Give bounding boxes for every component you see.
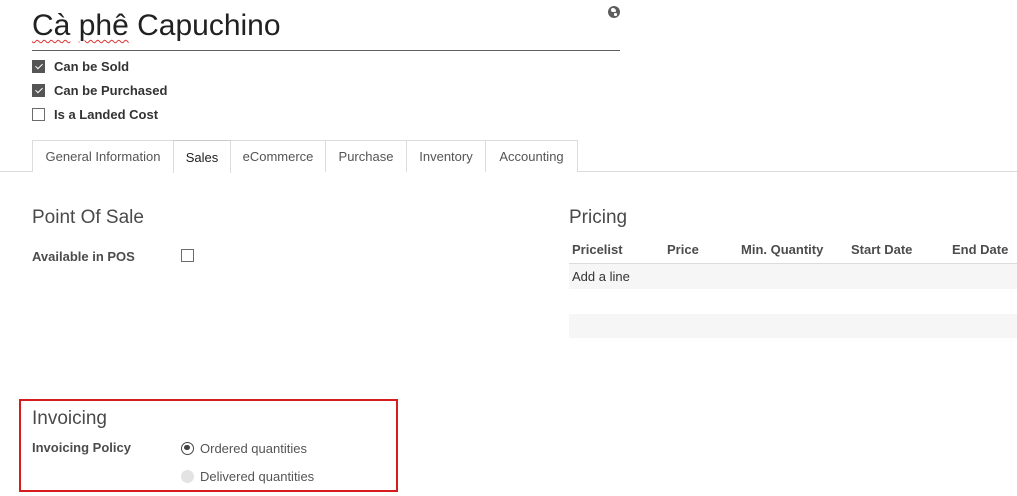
table-row: [569, 314, 1017, 338]
ordered-quantities-radio[interactable]: [181, 441, 194, 455]
can-be-purchased-checkbox[interactable]: [32, 83, 45, 97]
column-header-pricelist[interactable]: Pricelist: [572, 242, 623, 257]
can-be-sold-label: Can be Sold: [54, 58, 130, 74]
can-be-purchased-label: Can be Purchased: [54, 82, 168, 98]
pricing-title: Pricing: [569, 207, 628, 228]
is-landed-cost-checkbox[interactable]: [32, 107, 45, 121]
tab-inventory[interactable]: Inventory: [406, 140, 486, 172]
add-a-line-link[interactable]: Add a line: [572, 269, 630, 284]
pricing-table: Pricelist Price Min. Quantity Start Date…: [569, 236, 1017, 338]
product-name-field[interactable]: Cà phê Capuchino: [32, 6, 620, 51]
available-in-pos-checkbox[interactable]: [181, 249, 194, 262]
can-be-purchased-row: Can be Purchased: [32, 81, 167, 99]
point-of-sale-title: Point Of Sale: [32, 207, 144, 228]
invoicing-title: Invoicing: [32, 408, 107, 429]
tab-purchase[interactable]: Purchase: [325, 140, 407, 172]
is-landed-cost-row: Is a Landed Cost: [32, 105, 158, 123]
is-landed-cost-label: Is a Landed Cost: [54, 106, 159, 122]
product-name-word-2: phê: [78, 9, 129, 42]
ordered-quantities-label[interactable]: Ordered quantities: [200, 441, 307, 456]
can-be-sold-row: Can be Sold: [32, 57, 129, 75]
column-header-end-date[interactable]: End Date: [952, 242, 1008, 257]
product-name-rest: Capuchino: [128, 9, 281, 42]
product-name: Cà phê Capuchino: [32, 6, 620, 46]
product-name-word-1: Cà: [32, 9, 71, 42]
ordered-quantities-option[interactable]: Ordered quantities: [181, 439, 307, 457]
table-row: Add a line: [569, 264, 1017, 290]
delivered-quantities-option[interactable]: Delivered quantities: [181, 467, 314, 485]
table-row: [569, 290, 1017, 314]
tab-sales[interactable]: Sales: [173, 140, 231, 173]
invoicing-policy-label: Invoicing Policy: [32, 440, 131, 455]
product-name-space: [70, 9, 78, 42]
delivered-quantities-radio[interactable]: [181, 469, 194, 483]
tab-ecommerce[interactable]: eCommerce: [230, 140, 326, 172]
pricing-table-header: Pricelist Price Min. Quantity Start Date…: [569, 236, 1017, 264]
column-header-min-quantity[interactable]: Min. Quantity: [741, 242, 823, 257]
tab-general-information[interactable]: General Information: [32, 140, 174, 172]
can-be-sold-checkbox[interactable]: [32, 59, 45, 73]
available-in-pos-label: Available in POS: [32, 249, 135, 264]
column-header-start-date[interactable]: Start Date: [851, 242, 912, 257]
column-header-price[interactable]: Price: [667, 242, 699, 257]
tab-accounting[interactable]: Accounting: [485, 140, 578, 172]
delivered-quantities-label[interactable]: Delivered quantities: [200, 469, 314, 484]
